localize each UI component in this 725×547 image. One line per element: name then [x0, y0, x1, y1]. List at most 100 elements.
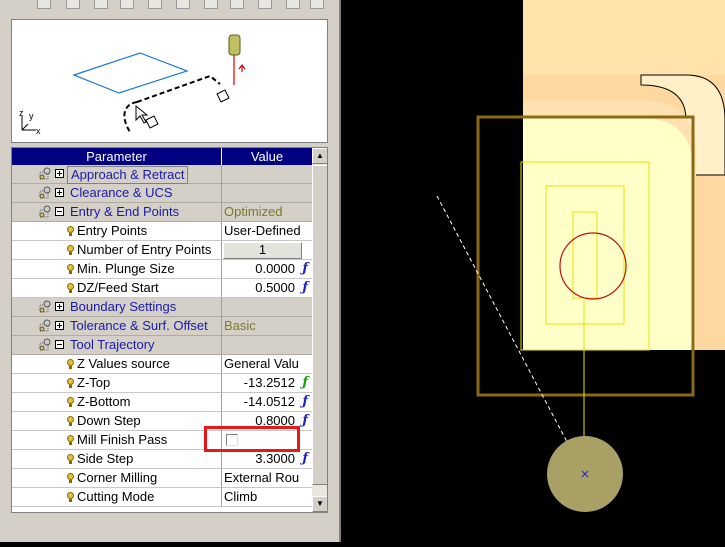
- param-value: -14.0512: [243, 394, 295, 409]
- value-cell[interactable]: General Valu: [222, 355, 312, 374]
- parameter-cell: Entry Points: [12, 222, 222, 241]
- group-label: Tolerance & Surf. Offset: [70, 318, 208, 333]
- bulb-icon: [67, 435, 74, 445]
- group-row-tool-trajectory[interactable]: Tool Trajectory: [12, 336, 312, 355]
- group-label: Clearance & UCS: [70, 185, 173, 200]
- settings-group-icon: [39, 300, 51, 313]
- value-cell[interactable]: -14.0512 ƒ: [222, 393, 312, 412]
- value-cell[interactable]: User-Defined: [222, 222, 312, 241]
- settings-group-icon: [39, 319, 51, 332]
- group-label: Tool Trajectory: [70, 337, 155, 352]
- param-row-entry-points[interactable]: Entry Points User-Defined: [12, 222, 312, 241]
- group-label: Entry & End Points: [70, 204, 180, 219]
- param-row-min-plunge-size[interactable]: Min. Plunge Size 0.0000 ƒ: [12, 260, 312, 279]
- toolbar-monitor-icon[interactable]: [148, 0, 162, 9]
- toolbar-export-icon[interactable]: [258, 0, 272, 9]
- value-cell[interactable]: [222, 336, 312, 355]
- param-label: Number of Entry Points: [77, 242, 212, 257]
- toolbar-save-icon[interactable]: [230, 0, 244, 9]
- function-f-icon[interactable]: ƒ: [302, 412, 308, 430]
- expand-icon[interactable]: [55, 169, 64, 178]
- param-row-side-step[interactable]: Side Step 3.3000 ƒ: [12, 450, 312, 469]
- group-label: Boundary Settings: [70, 299, 177, 314]
- settings-group-icon: [39, 205, 51, 218]
- value-cell[interactable]: 3.3000 ƒ: [222, 450, 312, 469]
- entry-points-count-button[interactable]: 1: [223, 242, 302, 259]
- scroll-down-button[interactable]: ▼: [312, 496, 327, 512]
- expand-icon[interactable]: [55, 302, 64, 311]
- group-row-tolerance-surf-offset[interactable]: Tolerance & Surf. Offset Basic: [12, 317, 312, 336]
- group-row-boundary-settings[interactable]: Boundary Settings: [12, 298, 312, 317]
- group-value: Optimized: [224, 204, 283, 219]
- value-cell[interactable]: 0.5000 ƒ: [222, 279, 312, 298]
- param-label: Mill Finish Pass: [77, 432, 168, 447]
- param-value: Climb: [224, 489, 258, 504]
- parameter-cell: Tolerance & Surf. Offset: [12, 317, 222, 336]
- settings-group-icon: [39, 186, 51, 199]
- toolpath-preview: z y x: [11, 19, 328, 143]
- param-row-cutting-mode[interactable]: Cutting Mode Climb: [12, 488, 312, 507]
- bulb-icon: [67, 264, 74, 274]
- value-cell[interactable]: 1: [222, 241, 312, 260]
- parameter-cell: Z-Top: [12, 374, 222, 393]
- param-label: Side Step: [77, 451, 134, 466]
- parameter-cell: Mill Finish Pass: [12, 431, 222, 450]
- group-row-approach-retract[interactable]: Approach & Retract: [12, 165, 312, 184]
- value-cell[interactable]: 0.0000 ƒ: [222, 260, 312, 279]
- param-row-number-of-entry-points[interactable]: Number of Entry Points 1: [12, 241, 312, 260]
- collapse-icon[interactable]: [55, 340, 64, 349]
- value-cell[interactable]: External Rou: [222, 469, 312, 488]
- scroll-up-button[interactable]: ▲: [312, 148, 327, 164]
- function-f-icon[interactable]: ƒ: [302, 374, 308, 392]
- value-cell[interactable]: [222, 184, 312, 203]
- param-label: Cutting Mode: [77, 489, 155, 504]
- function-f-icon[interactable]: ƒ: [302, 279, 308, 297]
- param-row-dz-feed-start[interactable]: DZ/Feed Start 0.5000 ƒ: [12, 279, 312, 298]
- parameter-cell: Tool Trajectory: [12, 336, 222, 355]
- group-row-entry-end-points[interactable]: Entry & End Points Optimized: [12, 203, 312, 222]
- toolbar-link-icon[interactable]: [204, 0, 218, 9]
- value-cell[interactable]: Basic: [222, 317, 312, 336]
- bulb-icon: [67, 283, 74, 293]
- toolbar-grid-icon[interactable]: [176, 0, 190, 9]
- value-cell[interactable]: Climb: [222, 488, 312, 507]
- param-row-z-top[interactable]: Z-Top -13.2512 ƒ: [12, 374, 312, 393]
- collapse-icon[interactable]: [55, 207, 64, 216]
- value-column-header[interactable]: Value: [222, 148, 312, 165]
- scroll-thumb[interactable]: [312, 165, 327, 485]
- expand-icon[interactable]: [55, 321, 64, 330]
- param-label: Down Step: [77, 413, 141, 428]
- param-value: 0.5000: [255, 280, 295, 295]
- grid-scrollbar[interactable]: ▲ ▼: [312, 148, 327, 512]
- group-row-clearance-ucs[interactable]: Clearance & UCS: [12, 184, 312, 203]
- parameter-cell: Side Step: [12, 450, 222, 469]
- expand-icon[interactable]: [55, 188, 64, 197]
- function-f-icon[interactable]: ƒ: [302, 450, 308, 468]
- toolbar-paste-icon[interactable]: [120, 0, 134, 9]
- toolbar-eraser-icon[interactable]: [37, 0, 51, 9]
- parameter-cell: Number of Entry Points: [12, 241, 222, 260]
- value-cell[interactable]: Optimized: [222, 203, 312, 222]
- function-f-icon[interactable]: ƒ: [302, 393, 308, 411]
- parameter-cell: Z-Bottom: [12, 393, 222, 412]
- param-row-z-bottom[interactable]: Z-Bottom -14.0512 ƒ: [12, 393, 312, 412]
- preview-retract-icon: [145, 115, 159, 129]
- function-f-icon[interactable]: ƒ: [302, 260, 308, 278]
- parameter-column-header[interactable]: Parameter: [12, 148, 222, 165]
- toolbar-close-icon[interactable]: [286, 0, 300, 9]
- toolbar-copy-icon[interactable]: [94, 0, 108, 9]
- param-value: General Valu: [224, 356, 299, 371]
- param-row-z-values-source[interactable]: Z Values source General Valu: [12, 355, 312, 374]
- axis-y-line: [21, 123, 29, 131]
- value-cell[interactable]: [222, 298, 312, 317]
- toolbar-tool-icon[interactable]: [310, 0, 324, 9]
- toolbar-pin-icon[interactable]: [66, 0, 80, 9]
- cad-viewport[interactable]: [341, 0, 725, 542]
- parameter-cell: Approach & Retract: [12, 165, 222, 184]
- preview-entry-path: [136, 74, 221, 103]
- value-cell[interactable]: -13.2512 ƒ: [222, 374, 312, 393]
- parameter-cell: Clearance & UCS: [12, 184, 222, 203]
- value-cell[interactable]: [222, 165, 312, 184]
- param-row-corner-milling[interactable]: Corner Milling External Rou: [12, 469, 312, 488]
- param-label: Z-Bottom: [77, 394, 131, 409]
